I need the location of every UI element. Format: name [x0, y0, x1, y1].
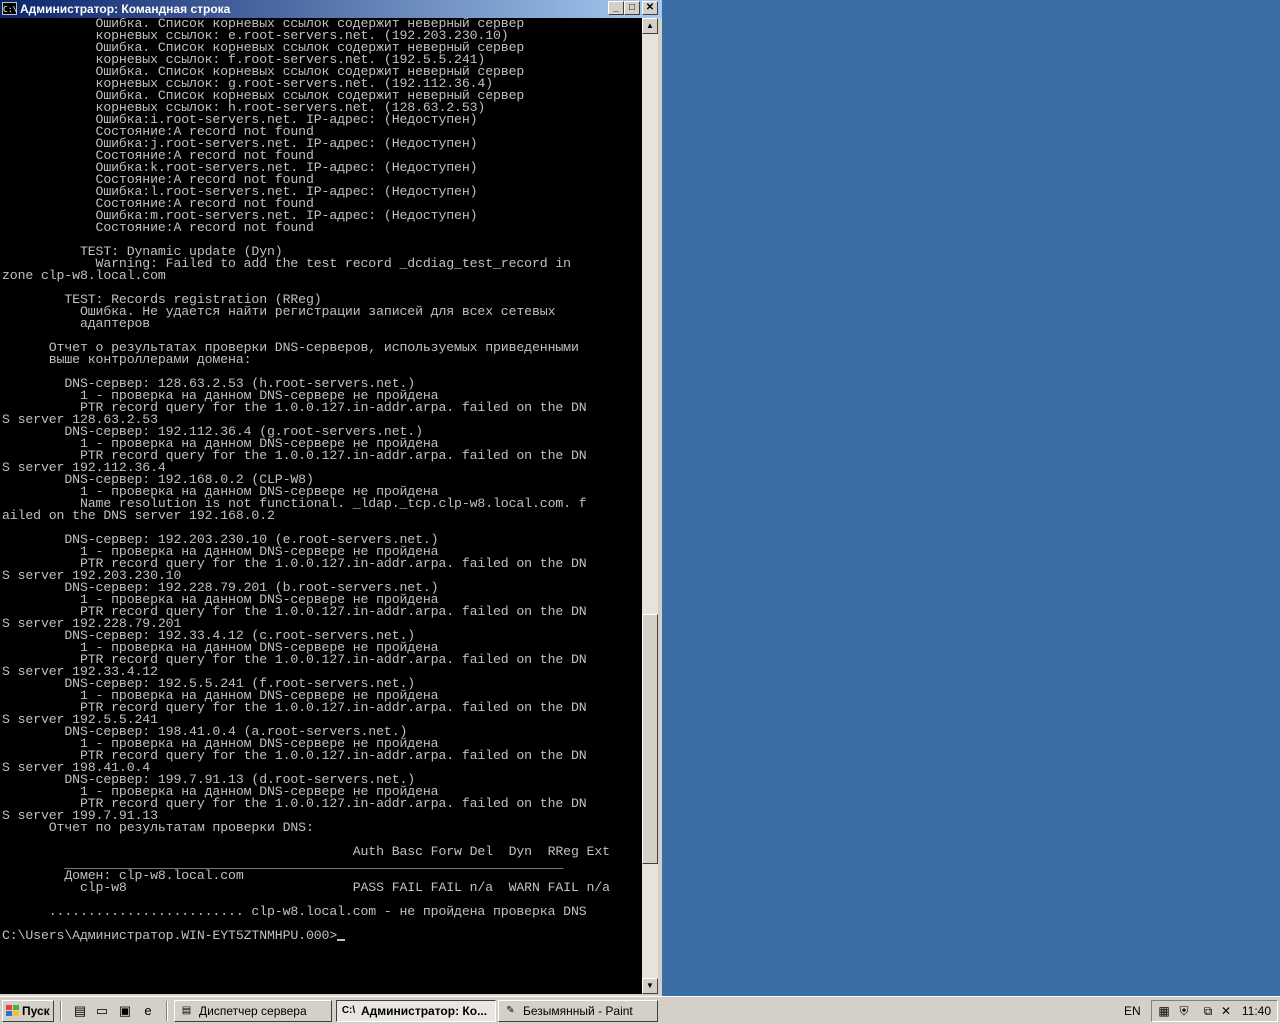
cmd-icon: C:\ [341, 1005, 356, 1016]
maximize-button[interactable]: □ [624, 1, 640, 15]
console-line: clp-w8 PASS FAIL FAIL n/a WARN FAIL n/a [2, 880, 610, 895]
console-text: Ошибка. Список корневых ссылок содержит … [0, 18, 642, 942]
taskbar-button[interactable]: ▤ Диспетчер сервера [174, 1000, 332, 1022]
taskbar-separator [166, 1001, 168, 1021]
taskbar-button-label: Администратор: Ко... [361, 1004, 488, 1018]
console-line: ......................... clp-w8.local.c… [2, 904, 587, 919]
show-desktop-icon[interactable]: ▭ [94, 1003, 110, 1019]
minimize-button[interactable]: _ [608, 1, 624, 15]
taskbar-button[interactable]: C:\ Администратор: Ко... [336, 1000, 496, 1022]
vertical-scrollbar[interactable]: ▲ ▼ [642, 18, 658, 994]
console-line: Состояние:A record not found [2, 220, 314, 235]
taskbar-button[interactable]: ✎ Безымянный - Paint [498, 1000, 658, 1022]
start-label: Пуск [22, 1004, 50, 1018]
text-cursor [337, 939, 346, 941]
save-icon[interactable]: ▣ [117, 1003, 133, 1019]
scroll-thumb[interactable] [642, 614, 658, 864]
window-title: Администратор: Командная строка [20, 2, 231, 16]
network-connections-icon[interactable]: ⧉ [1200, 1003, 1216, 1019]
title-bar[interactable]: C:\ Администратор: Командная строка _ □ … [0, 0, 662, 18]
console-line: адаптеров [2, 316, 151, 331]
scroll-up-button[interactable]: ▲ [642, 18, 658, 34]
scroll-down-button[interactable]: ▼ [642, 978, 658, 994]
command-prompt: C:\Users\Администратор.WIN-EYT5ZTNMHPU.0… [2, 928, 338, 943]
console-line: zone clp-w8.local.com [2, 268, 166, 283]
windows-logo-icon [6, 1005, 19, 1016]
network-icon[interactable]: ▦ [1156, 1003, 1172, 1019]
language-indicator[interactable]: EN [1124, 1003, 1141, 1019]
taskbar-button-label: Безымянный - Paint [523, 1004, 633, 1018]
window-border [658, 18, 662, 996]
taskbar-button-label: Диспетчер сервера [199, 1004, 307, 1018]
cmd-window: C:\ Администратор: Командная строка _ □ … [0, 0, 662, 996]
taskbar-separator [60, 1001, 62, 1021]
server-manager-icon: ▤ [181, 1005, 192, 1016]
taskbar: Пуск ▤ ▭ ▣ e ▤ Диспетчер сервера C:\ Администр… [0, 996, 1280, 1024]
console-output[interactable]: Ошибка. Список корневых ссылок содержит … [0, 18, 642, 994]
server-manager-icon[interactable]: ▤ [72, 1003, 88, 1019]
start-button[interactable]: Пуск [2, 1000, 54, 1022]
console-line: Отчет по результатам проверки DNS: [2, 820, 314, 835]
console-line: выше контроллерами домена: [2, 352, 252, 367]
security-shield-icon[interactable]: ⛨ [1176, 1003, 1192, 1019]
console-line: ailed on the DNS server 192.168.0.2 [2, 508, 275, 523]
clock[interactable]: 11:40 [1242, 1001, 1271, 1021]
volume-muted-icon[interactable]: ✕ [1218, 1003, 1234, 1019]
internet-explorer-icon[interactable]: e [140, 1003, 156, 1019]
system-tray: ▦ ⛨ ⧉ ✕ 11:40 [1151, 1000, 1278, 1022]
close-button[interactable]: ✕ [642, 1, 658, 15]
cmd-icon[interactable]: C:\ [2, 2, 17, 15]
paint-icon: ✎ [506, 1005, 515, 1016]
